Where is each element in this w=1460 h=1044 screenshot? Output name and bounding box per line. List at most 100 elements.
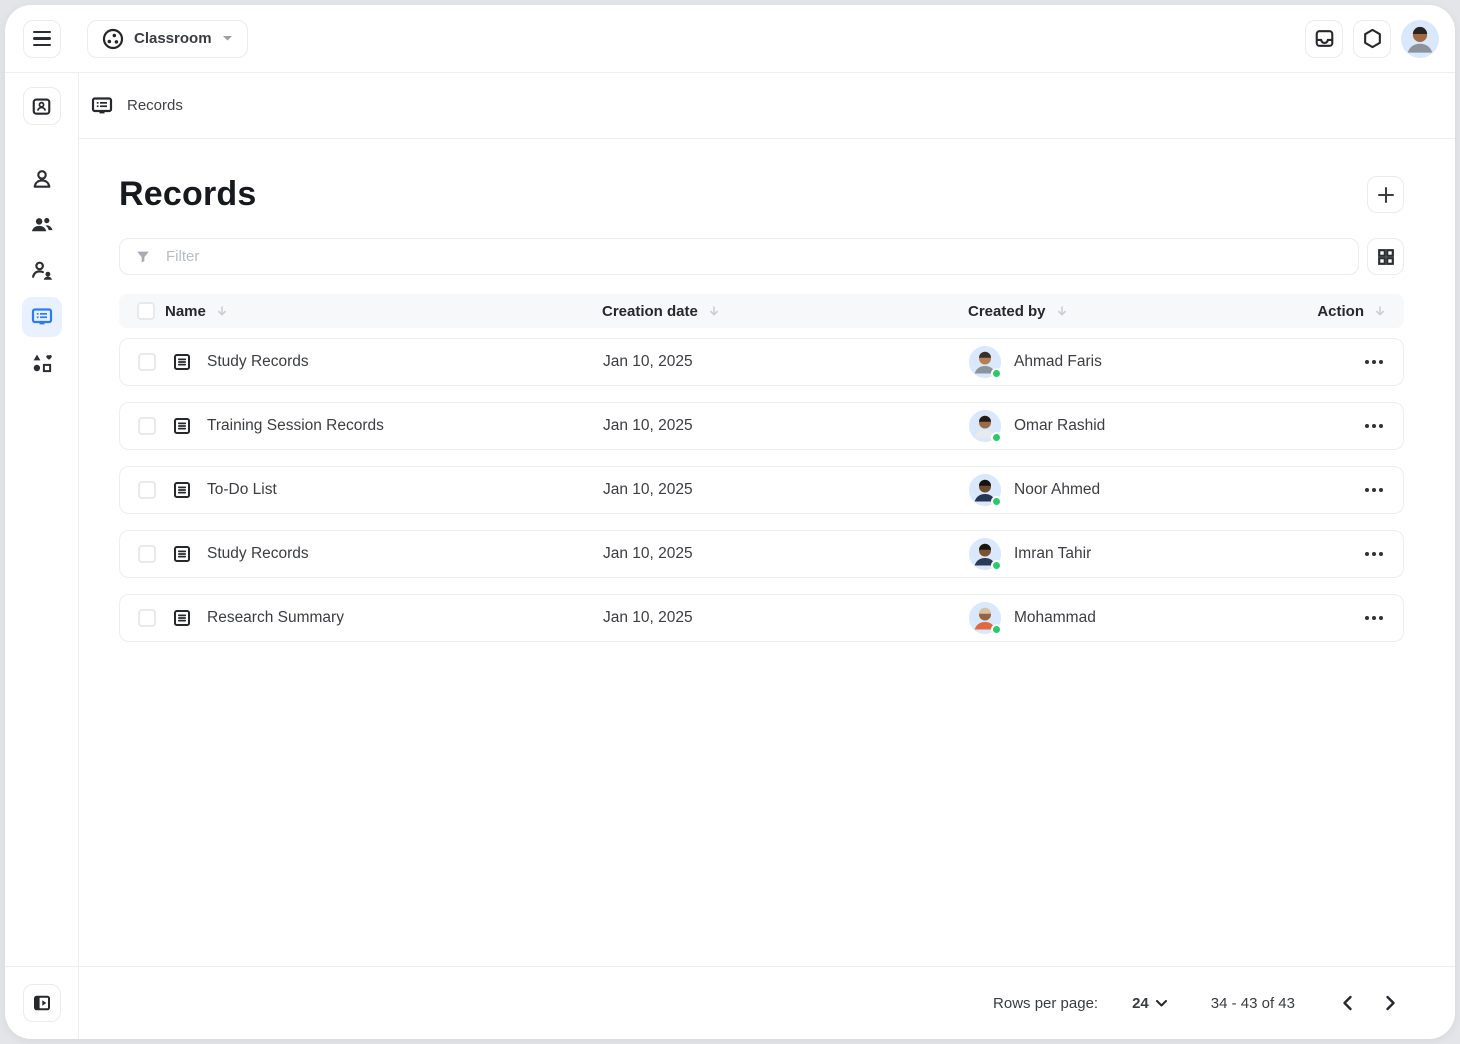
breadcrumb: Records	[79, 73, 1455, 139]
select-all-checkbox[interactable]	[137, 302, 155, 320]
filter-field[interactable]	[119, 238, 1359, 275]
record-name: Research Summary	[207, 609, 344, 627]
breadcrumb-label[interactable]: Records	[127, 97, 183, 114]
user-name: Omar Rashid	[1014, 417, 1105, 435]
row-checkbox[interactable]	[138, 545, 156, 563]
grid-view-icon	[1377, 248, 1395, 266]
column-created-by[interactable]: Created by	[968, 303, 1046, 320]
workspace-logo-icon	[102, 28, 124, 50]
users-icon	[30, 213, 54, 237]
table-row[interactable]: Study Records Jan 10, 2025	[119, 530, 1404, 578]
sidebar-item-users[interactable]	[22, 205, 62, 245]
column-creation-date[interactable]: Creation date	[602, 303, 698, 320]
sidebar-item-user-assign[interactable]	[22, 251, 62, 291]
sidebar-item-records[interactable]	[22, 297, 62, 337]
chevron-right-icon	[1381, 994, 1399, 1012]
column-name[interactable]: Name	[165, 303, 206, 320]
sidebar-item-shapes[interactable]	[22, 343, 62, 383]
sort-icon[interactable]	[216, 305, 228, 317]
table-body: Study Records Jan 10, 2025	[119, 338, 1404, 642]
profile-card-button[interactable]	[23, 87, 61, 125]
collapse-sidebar-button[interactable]	[23, 984, 61, 1022]
caret-down-icon	[222, 35, 233, 42]
record-date: Jan 10, 2025	[603, 417, 969, 435]
row-checkbox[interactable]	[138, 609, 156, 627]
user-assign-icon	[30, 259, 54, 283]
record-date: Jan 10, 2025	[603, 545, 969, 563]
online-status-dot	[991, 560, 1002, 571]
table-row[interactable]: Training Session Records Jan 10, 2025	[119, 402, 1404, 450]
previous-page-button[interactable]	[1335, 990, 1361, 1016]
profile-card-icon	[31, 96, 52, 117]
user-name: Mohammad	[1014, 609, 1096, 627]
content-area: Records	[79, 139, 1455, 966]
document-icon	[172, 416, 192, 436]
panel-toggle-icon	[32, 993, 52, 1013]
row-actions-button[interactable]	[1363, 610, 1385, 626]
online-status-dot	[991, 432, 1002, 443]
add-record-button[interactable]	[1367, 176, 1404, 213]
row-actions-button[interactable]	[1363, 546, 1385, 562]
user-avatar	[969, 410, 1001, 442]
sidebar-footer	[5, 966, 78, 1039]
column-action[interactable]: Action	[1317, 303, 1364, 320]
user-name: Imran Tahir	[1014, 545, 1091, 563]
sort-icon[interactable]	[1374, 305, 1386, 317]
sort-icon[interactable]	[1056, 305, 1068, 317]
next-page-button[interactable]	[1377, 990, 1403, 1016]
table-row[interactable]: Study Records Jan 10, 2025	[119, 338, 1404, 386]
inbox-icon	[1314, 28, 1335, 49]
record-name: Study Records	[207, 353, 309, 371]
menu-button[interactable]	[23, 20, 61, 58]
select-caret-icon	[1156, 1000, 1167, 1007]
grid-view-button[interactable]	[1367, 238, 1404, 275]
sidebar	[5, 73, 79, 1039]
table-row[interactable]: To-Do List Jan 10, 2025	[119, 466, 1404, 514]
rows-per-page-value: 24	[1132, 995, 1149, 1012]
records-breadcrumb-icon	[90, 94, 114, 118]
workspace-label: Classroom	[134, 30, 212, 47]
user-name: Ahmad Faris	[1014, 353, 1102, 371]
online-status-dot	[991, 496, 1002, 507]
inbox-button[interactable]	[1305, 20, 1343, 58]
row-actions-button[interactable]	[1363, 482, 1385, 498]
page-range-label: 34 - 43 of 43	[1211, 995, 1295, 1012]
user-avatar	[969, 346, 1001, 378]
plus-icon	[1377, 186, 1395, 204]
user-name: Noor Ahmed	[1014, 481, 1100, 499]
rows-per-page-label: Rows per page:	[993, 995, 1098, 1012]
row-actions-button[interactable]	[1363, 354, 1385, 370]
document-icon	[172, 608, 192, 628]
row-actions-button[interactable]	[1363, 418, 1385, 434]
filter-funnel-icon	[134, 248, 152, 266]
hexagon-notification-icon	[1362, 28, 1383, 49]
user-avatar	[969, 602, 1001, 634]
table-row[interactable]: Research Summary Jan 10, 2025	[119, 594, 1404, 642]
row-checkbox[interactable]	[138, 353, 156, 371]
filter-input[interactable]	[166, 248, 1344, 265]
record-date: Jan 10, 2025	[603, 353, 969, 371]
user-avatar	[969, 538, 1001, 570]
sidebar-nav	[22, 159, 62, 966]
record-name: To-Do List	[207, 481, 277, 499]
pagination-bar: Rows per page: 24 34 - 43 of 43	[79, 966, 1455, 1039]
rows-per-page-select[interactable]: 24	[1132, 995, 1167, 1012]
workspace-switcher[interactable]: Classroom	[87, 20, 248, 58]
document-icon	[172, 352, 192, 372]
online-status-dot	[991, 624, 1002, 635]
record-date: Jan 10, 2025	[603, 481, 969, 499]
user-icon	[30, 167, 54, 191]
topbar-actions	[1305, 20, 1439, 58]
user-menu-avatar[interactable]	[1401, 20, 1439, 58]
user-avatar	[969, 474, 1001, 506]
menu-icon	[33, 31, 51, 46]
notifications-button[interactable]	[1353, 20, 1391, 58]
online-status-dot	[991, 368, 1002, 379]
sidebar-item-user[interactable]	[22, 159, 62, 199]
document-icon	[172, 480, 192, 500]
row-checkbox[interactable]	[138, 481, 156, 499]
row-checkbox[interactable]	[138, 417, 156, 435]
main-panel: Records Records	[79, 73, 1455, 1039]
topbar: Classroom	[5, 5, 1455, 73]
sort-icon[interactable]	[708, 305, 720, 317]
